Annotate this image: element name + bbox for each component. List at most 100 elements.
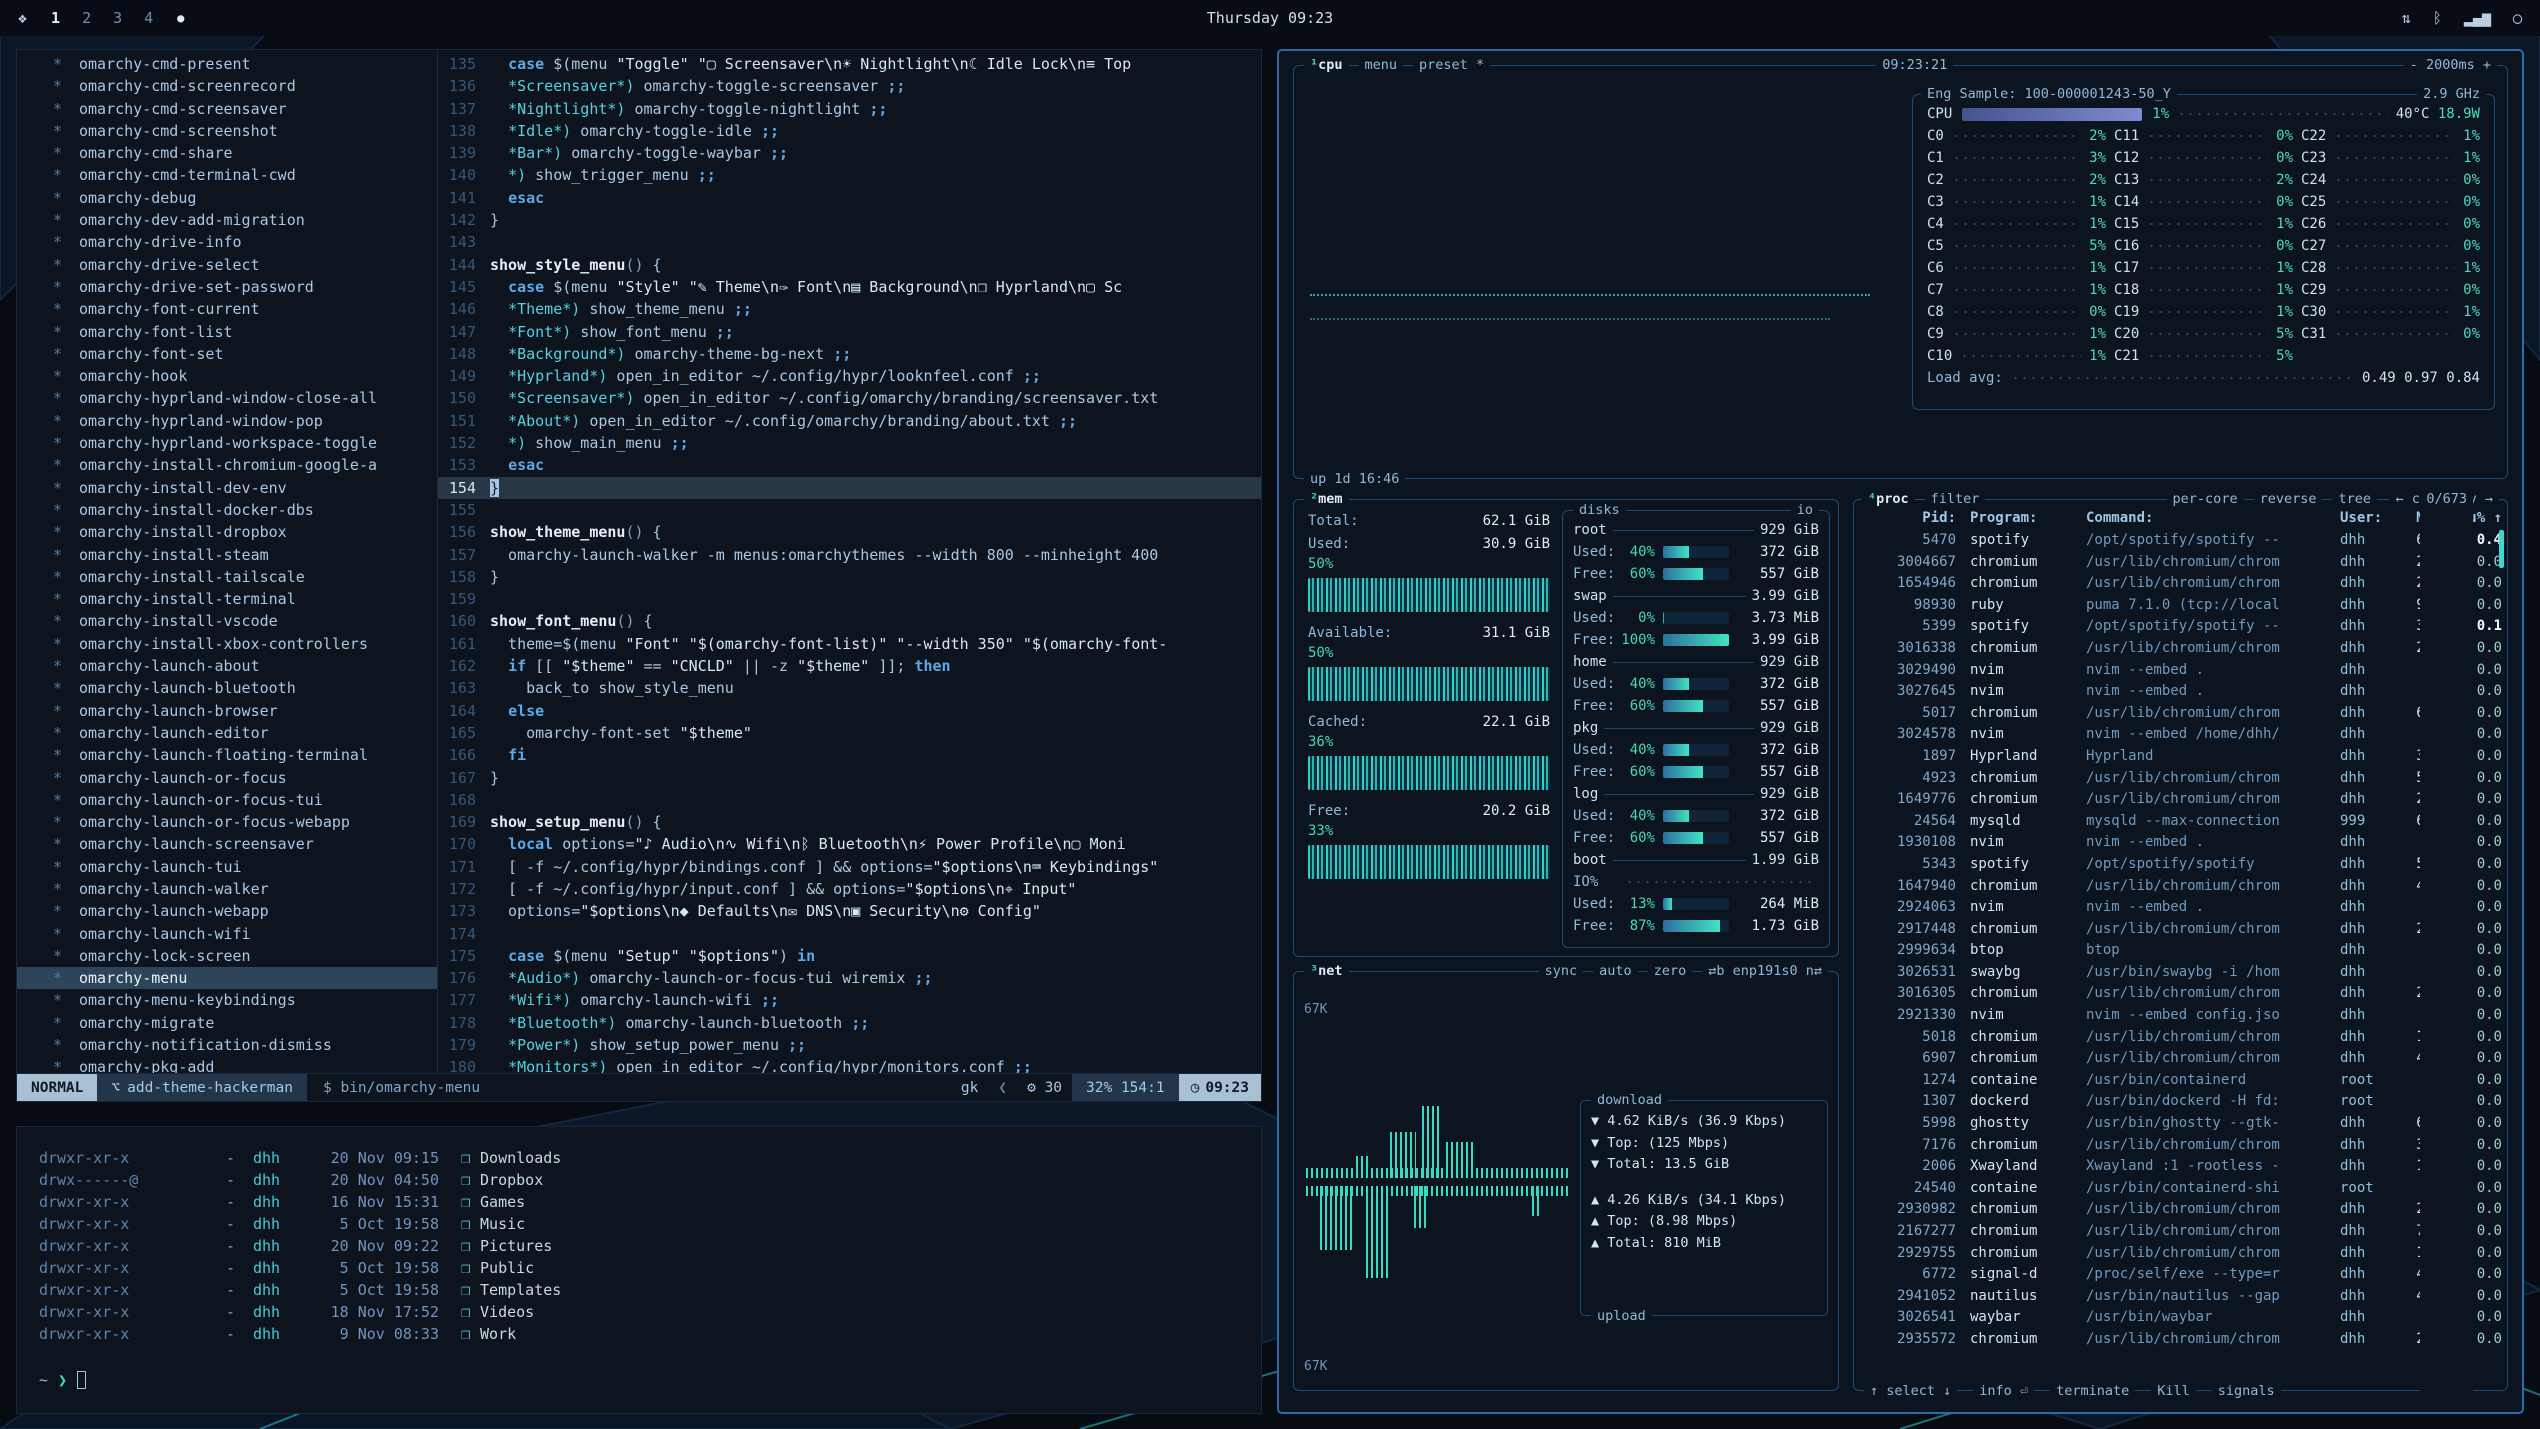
file-item-omarchy-launch-or-focus[interactable]: *omarchy-launch-or-focus — [17, 767, 437, 789]
process-row-2924063[interactable]: 2924063nvimnvim --embed .dhh55M0.0 — [1864, 897, 2499, 919]
file-item-omarchy-cmd-screensaver[interactable]: *omarchy-cmd-screensaver — [17, 98, 437, 120]
interval-minus-button[interactable]: - — [2410, 57, 2418, 73]
process-row-1897[interactable]: 1897HyprlandHyprlanddhh363M0.0 — [1864, 746, 2499, 768]
file-item-omarchy-font-set[interactable]: *omarchy-font-set — [17, 343, 437, 365]
proc-kill-button[interactable]: Kill — [2151, 1381, 2196, 1401]
file-item-omarchy-install-dev-env[interactable]: *omarchy-install-dev-env — [17, 477, 437, 499]
file-item-omarchy-install-terminal[interactable]: *omarchy-install-terminal — [17, 588, 437, 610]
net-zero-button[interactable]: zero — [1648, 961, 1693, 981]
file-item-omarchy-install-xbox-controllers[interactable]: *omarchy-install-xbox-controllers — [17, 633, 437, 655]
file-item-omarchy-notification-dismiss[interactable]: *omarchy-notification-dismiss — [17, 1034, 437, 1056]
file-item-omarchy-cmd-screenrecord[interactable]: *omarchy-cmd-screenrecord — [17, 75, 437, 97]
file-item-omarchy-hyprland-window-close-all[interactable]: *omarchy-hyprland-window-close-all — [17, 387, 437, 409]
process-row-5343[interactable]: 5343spotify/opt/spotify/spotifydhh564M0.… — [1864, 854, 2499, 876]
proc-reverse-button[interactable]: reverse — [2254, 489, 2323, 509]
proc-box-title[interactable]: ⁴proc — [1862, 489, 1915, 509]
file-item-omarchy-cmd-terminal-cwd[interactable]: *omarchy-cmd-terminal-cwd — [17, 164, 437, 186]
process-row-3016338[interactable]: 3016338chromium/usr/lib/chromium/chromdh… — [1864, 638, 2499, 660]
file-item-omarchy-launch-or-focus-webapp[interactable]: *omarchy-launch-or-focus-webapp — [17, 811, 437, 833]
file-item-omarchy-font-list[interactable]: *omarchy-font-list — [17, 321, 437, 343]
process-row-24564[interactable]: 24564mysqldmysqld --max-connection999667… — [1864, 811, 2499, 833]
process-row-24540[interactable]: 24540containe/usr/bin/containerd-shiroot… — [1864, 1178, 2499, 1200]
process-row-1930108[interactable]: 1930108nvimnvim --embed .dhh69M0.0 — [1864, 832, 2499, 854]
process-row-3004667[interactable]: 3004667chromium/usr/lib/chromium/chromdh… — [1864, 552, 2499, 574]
process-row-1649776[interactable]: 1649776chromium/usr/lib/chromium/chromdh… — [1864, 789, 2499, 811]
file-item-omarchy-launch-or-focus-tui[interactable]: *omarchy-launch-or-focus-tui — [17, 789, 437, 811]
process-row-2921330[interactable]: 2921330nvimnvim --embed config.jsodhh46M… — [1864, 1005, 2499, 1027]
file-item-omarchy-hook[interactable]: *omarchy-hook — [17, 365, 437, 387]
interval-control[interactable]: - 2000ms + — [2404, 55, 2497, 75]
file-item-omarchy-launch-screensaver[interactable]: *omarchy-launch-screensaver — [17, 833, 437, 855]
file-item-omarchy-install-vscode[interactable]: *omarchy-install-vscode — [17, 610, 437, 632]
process-row-1647940[interactable]: 1647940chromium/usr/lib/chromium/chromdh… — [1864, 876, 2499, 898]
bluetooth-icon[interactable]: ᛒ — [2433, 9, 2442, 27]
file-item-omarchy-launch-floating-terminal[interactable]: *omarchy-launch-floating-terminal — [17, 744, 437, 766]
file-item-omarchy-cmd-share[interactable]: *omarchy-cmd-share — [17, 142, 437, 164]
process-row-5017[interactable]: 5017chromium/usr/lib/chromium/chromdhh62… — [1864, 703, 2499, 725]
file-item-omarchy-launch-webapp[interactable]: *omarchy-launch-webapp — [17, 900, 437, 922]
proc-select-buttons[interactable]: ↑ select ↓ — [1864, 1381, 1957, 1401]
process-row-5399[interactable]: 5399spotify/opt/spotify/spotify --dhh375… — [1864, 616, 2499, 638]
git-branch[interactable]: ⌥ add-theme-hackerman — [97, 1074, 307, 1101]
file-item-omarchy-debug[interactable]: *omarchy-debug — [17, 187, 437, 209]
arrows-sync-icon[interactable]: ⇅ — [2402, 9, 2411, 27]
file-item-omarchy-drive-select[interactable]: *omarchy-drive-select — [17, 254, 437, 276]
disks-io-button[interactable]: io — [1791, 500, 1819, 520]
terminal-window[interactable]: drwxr-xr-x-dhh20 Nov 09:15❒Downloadsdrwx… — [16, 1126, 1262, 1414]
proc-per-core-button[interactable]: per-core — [2167, 489, 2244, 509]
file-item-omarchy-install-dropbox[interactable]: *omarchy-install-dropbox — [17, 521, 437, 543]
process-row-98930[interactable]: 98930rubypuma 7.1.0 (tcp://localdhh929M0… — [1864, 595, 2499, 617]
net-auto-button[interactable]: auto — [1593, 961, 1638, 981]
btop-preset-button[interactable]: preset * — [1413, 55, 1490, 75]
file-item-omarchy-hyprland-window-pop[interactable]: *omarchy-hyprland-window-pop — [17, 410, 437, 432]
process-row-2167277[interactable]: 2167277chromium/usr/lib/chromium/chromdh… — [1864, 1221, 2499, 1243]
mem-box-title[interactable]: ²mem — [1304, 489, 1349, 509]
file-item-omarchy-menu[interactable]: *omarchy-menu — [17, 967, 437, 989]
file-item-omarchy-cmd-screenshot[interactable]: *omarchy-cmd-screenshot — [17, 120, 437, 142]
file-item-omarchy-drive-info[interactable]: *omarchy-drive-info — [17, 231, 437, 253]
process-row-3026541[interactable]: 3026541waybar/usr/bin/waybardhh67M0.0 — [1864, 1307, 2499, 1329]
process-row-2999634[interactable]: 2999634btopbtopdhh27M0.0 — [1864, 940, 2499, 962]
process-row-1307[interactable]: 1307dockerd/usr/bin/dockerd -H fd:root93… — [1864, 1091, 2499, 1113]
file-item-omarchy-launch-walker[interactable]: *omarchy-launch-walker — [17, 878, 437, 900]
process-row-5998[interactable]: 5998ghostty/usr/bin/ghostty --gtk-dhh655… — [1864, 1113, 2499, 1135]
proc-filter-button[interactable]: filter — [1925, 489, 1986, 509]
file-item-omarchy-menu-keybindings[interactable]: *omarchy-menu-keybindings — [17, 989, 437, 1011]
file-item-omarchy-pkg-add[interactable]: *omarchy-pkg-add — [17, 1056, 437, 1073]
proc-tree-button[interactable]: tree — [2332, 489, 2377, 509]
file-item-omarchy-launch-bluetooth[interactable]: *omarchy-launch-bluetooth — [17, 677, 437, 699]
process-row-3029490[interactable]: 3029490nvimnvim --embed .dhh57M0.0 — [1864, 660, 2499, 682]
process-row-6907[interactable]: 6907chromium/usr/lib/chromium/chromdhh47… — [1864, 1048, 2499, 1070]
process-row-7176[interactable]: 7176chromium/usr/lib/chromium/chromdhh33… — [1864, 1135, 2499, 1157]
file-explorer[interactable]: *omarchy-cmd-present*omarchy-cmd-screenr… — [17, 50, 438, 1073]
file-item-omarchy-drive-set-password[interactable]: *omarchy-drive-set-password — [17, 276, 437, 298]
process-row-1274[interactable]: 1274containe/usr/bin/containerdroot61M0.… — [1864, 1070, 2499, 1092]
file-item-omarchy-dev-add-migration[interactable]: *omarchy-dev-add-migration — [17, 209, 437, 231]
file-item-omarchy-hyprland-workspace-toggle[interactable]: *omarchy-hyprland-workspace-toggle — [17, 432, 437, 454]
net-interface[interactable]: ⇄b enp191s0 n⇄ — [1702, 961, 1828, 981]
process-row-2930982[interactable]: 2930982chromium/usr/lib/chromium/chromdh… — [1864, 1199, 2499, 1221]
shell-prompt[interactable]: ~ ❯ — [39, 1369, 1239, 1391]
process-row-3024578[interactable]: 3024578nvimnvim --embed /home/dhh/dhh52M… — [1864, 724, 2499, 746]
file-item-omarchy-install-steam[interactable]: *omarchy-install-steam — [17, 544, 437, 566]
proc-signals-button[interactable]: signals — [2212, 1381, 2281, 1401]
cpu-box-title[interactable]: ¹cpu — [1304, 55, 1349, 75]
file-item-omarchy-launch-editor[interactable]: *omarchy-launch-editor — [17, 722, 437, 744]
proc-terminate-button[interactable]: terminate — [2050, 1381, 2135, 1401]
file-item-omarchy-migrate[interactable]: *omarchy-migrate — [17, 1012, 437, 1034]
process-row-3026531[interactable]: 3026531swaybg/usr/bin/swaybg -i /homdhh1… — [1864, 962, 2499, 984]
btop-menu-button[interactable]: menu — [1359, 55, 1404, 75]
process-row-1654946[interactable]: 1654946chromium/usr/lib/chromium/chromdh… — [1864, 573, 2499, 595]
file-item-omarchy-launch-wifi[interactable]: *omarchy-launch-wifi — [17, 923, 437, 945]
net-sync-button[interactable]: sync — [1539, 961, 1584, 981]
process-row-2929755[interactable]: 2929755chromium/usr/lib/chromium/chromdh… — [1864, 1243, 2499, 1265]
process-row-5018[interactable]: 5018chromium/usr/lib/chromium/chromdhh14… — [1864, 1027, 2499, 1049]
process-row-2917448[interactable]: 2917448chromium/usr/lib/chromium/chromdh… — [1864, 919, 2499, 941]
file-item-omarchy-install-docker-dbs[interactable]: *omarchy-install-docker-dbs — [17, 499, 437, 521]
process-row-2006[interactable]: 2006XwaylandXwayland :1 -rootless -dhh16… — [1864, 1156, 2499, 1178]
disks-title[interactable]: disks — [1573, 500, 1626, 520]
file-item-omarchy-launch-about[interactable]: *omarchy-launch-about — [17, 655, 437, 677]
process-row-4923[interactable]: 4923chromium/usr/lib/chromium/chromdhh59… — [1864, 768, 2499, 790]
topbar-clock[interactable]: Thursday 09:23 — [0, 9, 2540, 27]
process-row-6772[interactable]: 6772signal-d/proc/self/exe --type=rdhh40… — [1864, 1264, 2499, 1286]
